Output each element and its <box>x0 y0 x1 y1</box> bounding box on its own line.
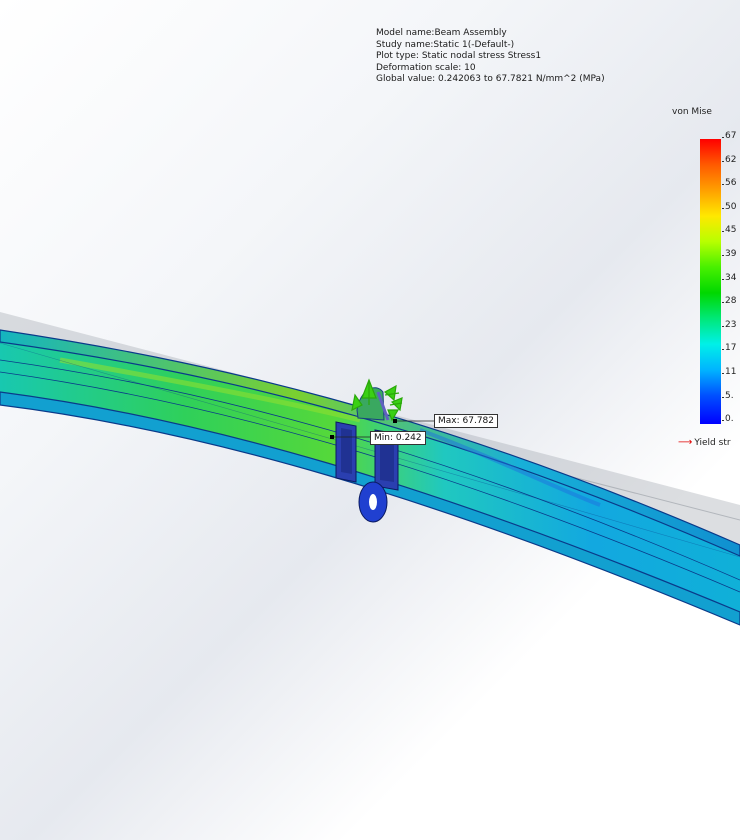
colorbar-tick-label: 34 <box>721 272 737 283</box>
max-stress-callout[interactable]: Max: 67.782 <box>434 414 498 428</box>
colorbar-tick-label: 28 <box>721 296 737 307</box>
min-marker <box>330 435 334 439</box>
colorbar-tick-label: 23 <box>721 319 737 330</box>
plot-type-text: Plot type: Static nodal stress Stress1 <box>376 51 542 61</box>
legend-title: von Mise <box>672 107 712 117</box>
colorbar-tick-label: 45 <box>721 225 737 236</box>
colorbar-tick-label: 17 <box>721 343 737 354</box>
max-marker <box>393 419 397 423</box>
study-info-block: Model name:Beam Assembly Study name:Stat… <box>376 28 605 86</box>
yield-strength-marker: ⟶ Yield str <box>678 437 731 448</box>
colorbar-tick-label: 50 <box>721 201 737 212</box>
deformation-scale-text: Deformation scale: 10 <box>376 62 476 73</box>
min-stress-callout[interactable]: Min: 0.242 <box>370 431 426 445</box>
lifting-lug <box>358 481 388 523</box>
model-viewport[interactable] <box>0 0 740 840</box>
global-value-text: Global value: 0.242063 to 67.7821 N/mm^2… <box>376 74 605 84</box>
stress-colorbar[interactable] <box>700 139 721 424</box>
colorbar-tick-label: 67 <box>721 131 737 141</box>
colorbar-tick-label: 62 <box>721 154 737 165</box>
colorbar-tick-label: 11 <box>721 367 737 377</box>
study-name-text: Study name:Static 1(-Default-) <box>376 39 515 50</box>
colorbar-tick-label: 0. <box>722 414 734 425</box>
yield-label: Yield str <box>694 438 731 448</box>
colorbar-tick-label: 39 <box>721 249 737 259</box>
colorbar-tick-label: 56 <box>721 178 737 189</box>
yield-arrow-icon: ⟶ <box>678 437 693 448</box>
colorbar-tick-label: 5. <box>722 390 734 401</box>
model-name-text: Model name:Beam Assembly <box>376 28 507 38</box>
